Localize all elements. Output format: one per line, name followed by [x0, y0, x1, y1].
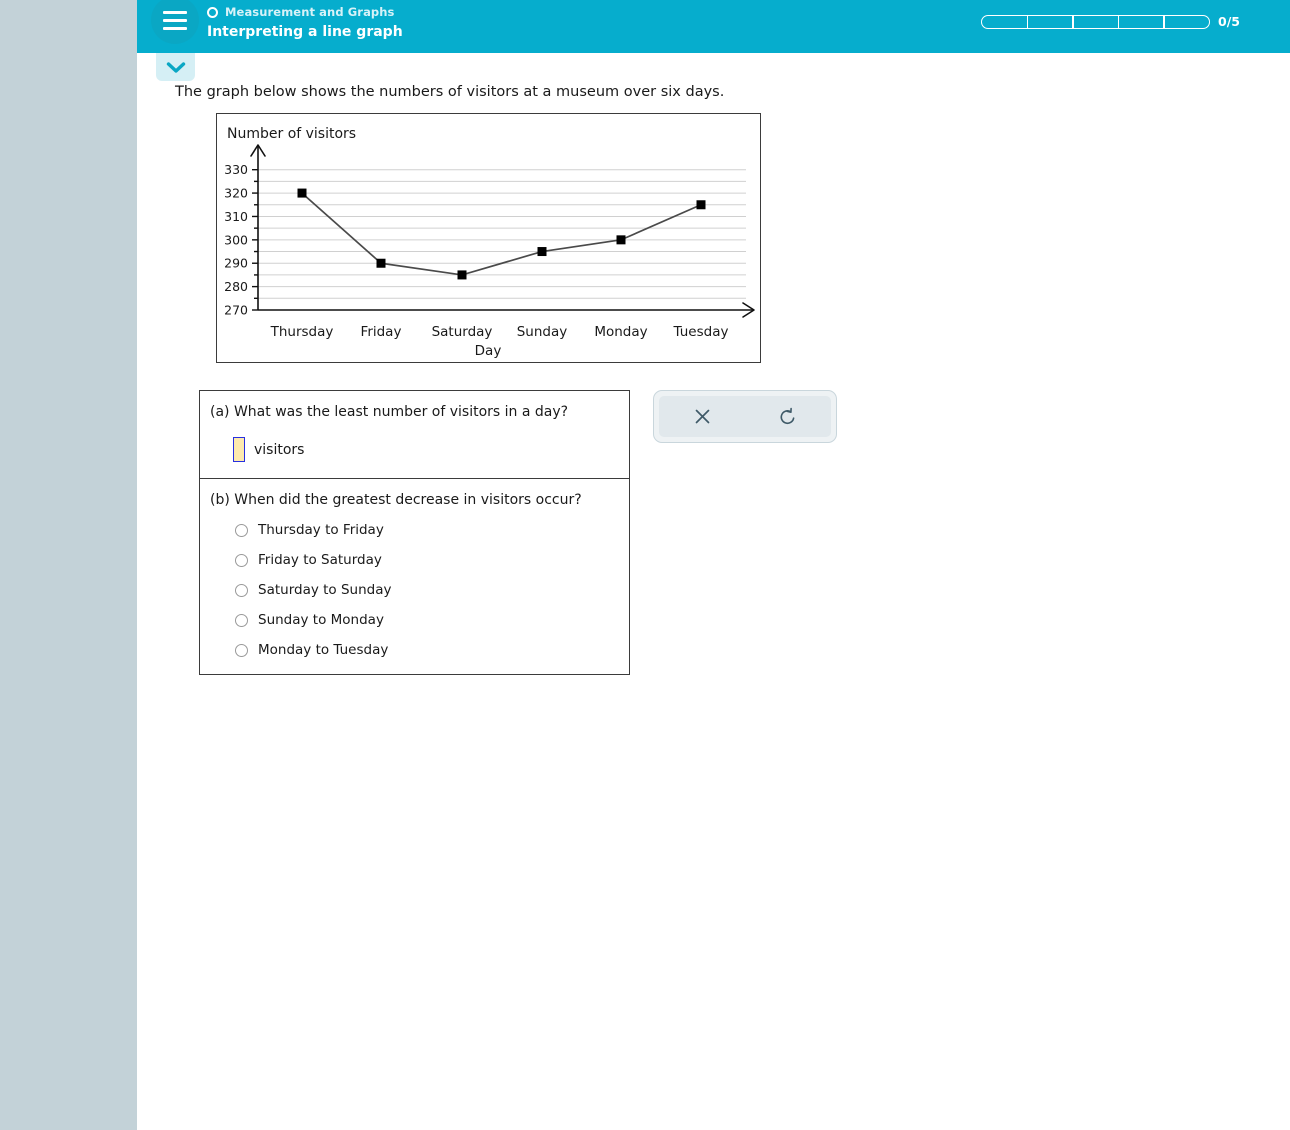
radio-button-icon[interactable] [235, 553, 248, 567]
page-title: Interpreting a line graph [207, 24, 403, 40]
expand-panel-chevron-down-icon[interactable] [156, 53, 195, 81]
x-axis-tick-label: Sunday [517, 324, 568, 340]
radio-button-icon[interactable] [235, 643, 248, 657]
data-point-marker [616, 235, 626, 245]
answer-tools-inner [659, 396, 831, 437]
x-axis-tick-label: Thursday [270, 324, 334, 340]
clear-answer-button[interactable] [659, 396, 745, 437]
radio-option-label: Sunday to Monday [258, 612, 384, 628]
app-header: Measurement and Graphs Interpreting a li… [137, 0, 1290, 53]
radio-option-monday-to-tuesday[interactable]: Monday to Tuesday [235, 642, 629, 658]
hamburger-bar [163, 10, 187, 14]
data-point-marker [297, 188, 307, 198]
question-block-b: (b) When did the greatest decrease in vi… [200, 478, 629, 674]
radio-button-icon[interactable] [235, 613, 248, 627]
y-axis-tick-label: 300 [224, 232, 248, 247]
y-axis-tick-label: 320 [224, 186, 248, 201]
answer-tools-panel [653, 390, 837, 443]
line-chart-svg: 270 280 290 300 310 320 330 Thursday Friday Satur… [224, 144, 755, 359]
answer-row-a: visitors [233, 437, 629, 462]
progress-track [981, 14, 1211, 29]
instruction-text: The graph below shows the numbers of vis… [175, 84, 725, 100]
radio-option-label: Thursday to Friday [258, 522, 384, 538]
course-name-label: Measurement and Graphs [225, 5, 395, 19]
line-chart-card: Number of visitors 270 280 290 300 310 320 330… [216, 113, 761, 363]
y-axis-tick-label: 280 [224, 279, 248, 294]
circle-outline-icon [207, 6, 218, 18]
progress-segment [1117, 14, 1165, 29]
radio-option-label: Friday to Saturday [258, 552, 382, 568]
question-a-prompt: (a) What was the least number of visitor… [210, 404, 569, 420]
y-axis-tick-label: 270 [224, 303, 248, 318]
radio-option-label: Saturday to Sunday [258, 582, 392, 598]
hamburger-menu-icon[interactable] [151, 0, 199, 44]
y-axis-tick-label: 310 [224, 209, 248, 224]
left-sidebar-rail [0, 0, 137, 1130]
progress-segment [1072, 14, 1120, 29]
question-block-a: (a) What was the least number of visitor… [200, 391, 629, 478]
course-breadcrumb[interactable]: Measurement and Graphs [207, 5, 395, 19]
undo-answer-button[interactable] [745, 396, 831, 437]
radio-option-thursday-to-friday[interactable]: Thursday to Friday [235, 522, 629, 538]
progress-segment [981, 14, 1029, 29]
y-axis-tick-label: 290 [224, 256, 248, 271]
data-point-marker [537, 247, 547, 257]
answer-panel: (a) What was the least number of visitor… [199, 390, 630, 675]
undo-refresh-icon [780, 407, 795, 424]
radio-option-saturday-to-sunday[interactable]: Saturday to Sunday [235, 582, 629, 598]
radio-button-icon[interactable] [235, 523, 248, 537]
radio-option-sunday-to-monday[interactable]: Sunday to Monday [235, 612, 629, 628]
visitors-unit-label: visitors [254, 441, 305, 458]
progress-indicator: 0/5 [981, 14, 1240, 29]
progress-count-label: 0/5 [1218, 14, 1240, 29]
data-point-marker [696, 200, 706, 210]
visitors-answer-input[interactable] [233, 437, 245, 462]
x-axis-tick-label: Monday [594, 324, 647, 340]
x-axis-tick-label: Saturday [432, 324, 493, 340]
radio-option-label: Monday to Tuesday [258, 642, 389, 658]
x-axis-tick-label: Tuesday [673, 324, 729, 340]
x-axis-title: Day [475, 343, 502, 359]
question-b-prompt: (b) When did the greatest decrease in vi… [210, 492, 582, 508]
progress-segment [1026, 14, 1074, 29]
progress-segment [1163, 14, 1211, 29]
x-axis-tick-label: Friday [361, 324, 402, 340]
hamburger-bar [163, 18, 187, 22]
close-x-icon [695, 409, 709, 424]
data-point-marker [457, 270, 467, 280]
hamburger-bar [163, 26, 187, 30]
series-line [301, 192, 702, 276]
radio-button-icon[interactable] [235, 583, 248, 597]
data-point-marker [376, 258, 386, 268]
radio-option-friday-to-saturday[interactable]: Friday to Saturday [235, 552, 629, 568]
y-axis-tick-label: 330 [224, 162, 248, 177]
